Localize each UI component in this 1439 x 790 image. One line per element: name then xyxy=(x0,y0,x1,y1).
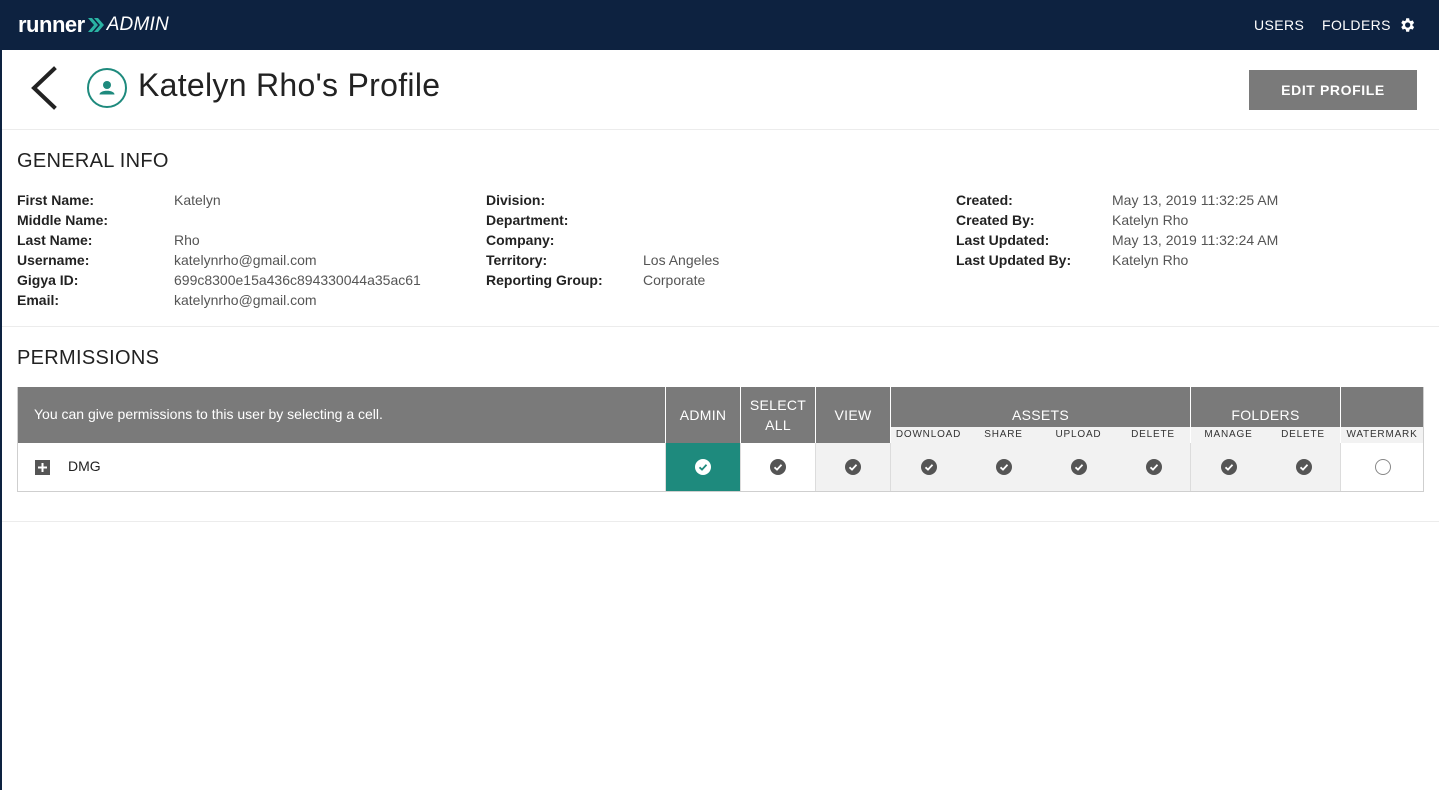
permissions-note-cell: You can give permissions to this user by… xyxy=(18,387,665,443)
double-chevron-icon xyxy=(87,18,104,32)
gigya-id-value: 699c8300e15a436c894330044a35ac61 xyxy=(174,272,421,288)
created-by-label: Created By: xyxy=(956,212,1035,228)
brand-logo[interactable]: runner ADMIN xyxy=(18,12,169,38)
col-header-select-all: SELECT ALL xyxy=(740,387,815,443)
territory-label: Territory: xyxy=(486,252,548,268)
company-label: Company: xyxy=(486,232,555,248)
table-row: DMG xyxy=(18,443,1423,491)
frame-left-border xyxy=(0,50,2,790)
check-icon-manage[interactable] xyxy=(1221,459,1237,475)
last-updated-label: Last Updated: xyxy=(956,232,1050,248)
col-header-assets-label: ASSETS xyxy=(1011,407,1070,423)
check-icon-upload[interactable] xyxy=(1071,459,1087,475)
divider xyxy=(2,129,1439,130)
created-label: Created: xyxy=(956,192,1013,208)
email-value: katelynrho@gmail.com xyxy=(174,292,317,308)
created-by-value: Katelyn Rho xyxy=(1112,212,1189,228)
middle-name-label: Middle Name: xyxy=(17,212,109,228)
sub-header-manage: MANAGE xyxy=(1191,427,1266,443)
department-label: Department: xyxy=(486,212,569,228)
radio-unchecked-icon xyxy=(1375,459,1391,475)
expand-plus-icon[interactable] xyxy=(35,460,50,475)
username-label: Username: xyxy=(17,252,90,268)
division-label: Division: xyxy=(486,192,546,208)
last-name-value: Rho xyxy=(174,232,200,248)
sub-header-download: DOWNLOAD xyxy=(891,427,966,443)
row-name-cell: DMG xyxy=(18,443,665,491)
gigya-id-label: Gigya ID: xyxy=(17,272,79,288)
last-updated-by-label: Last Updated By: xyxy=(956,252,1072,268)
nav-folders-link[interactable]: FOLDERS xyxy=(1322,17,1391,33)
sub-header-share: SHARE xyxy=(966,427,1041,443)
last-name-label: Last Name: xyxy=(17,232,93,248)
divider xyxy=(2,326,1439,327)
reporting-group-label: Reporting Group: xyxy=(486,272,603,288)
sub-header-watermark: WATERMARK xyxy=(1341,427,1423,443)
gear-icon[interactable] xyxy=(1398,16,1416,34)
col-header-admin: ADMIN xyxy=(665,387,740,443)
back-arrow-icon[interactable] xyxy=(26,66,62,110)
check-icon-folder-delete[interactable] xyxy=(1296,459,1312,475)
avatar xyxy=(87,68,127,108)
brand-runner-text: runner xyxy=(18,12,85,37)
username-value: katelynrho@gmail.com xyxy=(174,252,317,268)
col-header-select-all-line2: ALL xyxy=(765,417,791,433)
last-updated-value: May 13, 2019 11:32:24 AM xyxy=(1112,232,1279,248)
perm-cell-watermark[interactable] xyxy=(1340,443,1423,491)
check-icon xyxy=(695,459,711,475)
permissions-table: You can give permissions to this user by… xyxy=(17,387,1424,492)
territory-value: Los Angeles xyxy=(643,252,720,268)
page-title: Katelyn Rho's Profile xyxy=(138,67,441,103)
email-label: Email: xyxy=(17,292,60,308)
sub-header-upload: UPLOAD xyxy=(1041,427,1116,443)
sub-header-asset-delete: DELETE xyxy=(1116,427,1190,443)
permissions-title: PERMISSIONS xyxy=(17,347,160,369)
top-nav-bar: runner ADMIN USERS FOLDERS xyxy=(0,0,1439,50)
check-icon xyxy=(845,459,861,475)
col-header-admin-label: ADMIN xyxy=(679,407,727,423)
sub-header-folder-delete: DELETE xyxy=(1266,427,1340,443)
check-icon-asset-delete[interactable] xyxy=(1146,459,1162,475)
col-header-view: VIEW xyxy=(815,387,890,443)
check-icon-share[interactable] xyxy=(996,459,1012,475)
general-info-title: GENERAL INFO xyxy=(17,150,169,172)
col-header-folders-label: FOLDERS xyxy=(1231,407,1300,423)
check-icon-download[interactable] xyxy=(921,459,937,475)
perm-cell-select-all[interactable] xyxy=(740,443,815,491)
perm-cell-group-assets xyxy=(890,443,1190,491)
perm-cell-group-folders xyxy=(1190,443,1340,491)
col-header-view-label: VIEW xyxy=(834,407,872,423)
perm-cell-view[interactable] xyxy=(815,443,890,491)
col-header-select-all-line1: SELECT xyxy=(749,397,807,413)
first-name-value: Katelyn xyxy=(174,192,221,208)
last-updated-by-value: Katelyn Rho xyxy=(1112,252,1189,268)
first-name-label: First Name: xyxy=(17,192,95,208)
created-value: May 13, 2019 11:32:25 AM xyxy=(1112,192,1279,208)
permissions-note: You can give permissions to this user by… xyxy=(34,406,383,422)
perm-cell-admin[interactable] xyxy=(665,443,740,491)
divider xyxy=(2,521,1439,522)
user-icon xyxy=(99,81,115,95)
nav-users-link[interactable]: USERS xyxy=(1254,17,1304,33)
check-icon xyxy=(770,459,786,475)
brand-admin-text: ADMIN xyxy=(106,14,169,35)
row-folder-name: DMG xyxy=(68,458,101,474)
reporting-group-value: Corporate xyxy=(643,272,706,288)
edit-profile-button[interactable]: EDIT PROFILE xyxy=(1249,70,1417,110)
